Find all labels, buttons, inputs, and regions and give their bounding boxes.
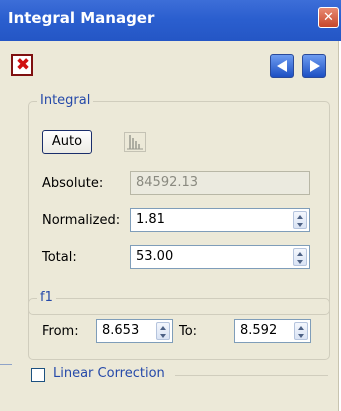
title-bar[interactable]: Integral Manager ✕ bbox=[0, 0, 341, 41]
integral-group-title: Integral bbox=[37, 93, 94, 108]
f1-group-title: f1 bbox=[37, 290, 56, 305]
from-spin-arrows-icon[interactable] bbox=[156, 322, 170, 340]
outer-divider bbox=[0, 364, 12, 365]
total-label: Total: bbox=[42, 250, 77, 265]
window-body: ✖ Integral Auto Absolute: 84592.13 Norma… bbox=[0, 41, 339, 411]
linear-correction-checkbox[interactable] bbox=[31, 368, 45, 382]
to-spinbox[interactable]: 8.592 bbox=[234, 319, 311, 343]
histogram-icon[interactable] bbox=[124, 132, 146, 152]
linear-correction-label[interactable]: Linear Correction bbox=[53, 366, 165, 381]
from-spinbox[interactable]: 8.653 bbox=[96, 319, 173, 343]
total-value: 53.00 bbox=[136, 249, 174, 264]
from-label: From: bbox=[42, 324, 79, 339]
integral-group: Integral Auto Absolute: 84592.13 Normali… bbox=[28, 93, 330, 315]
total-spin-arrows-icon[interactable] bbox=[293, 248, 307, 266]
arrow-right-icon bbox=[310, 60, 320, 72]
close-window-button[interactable]: ✕ bbox=[318, 7, 339, 28]
window-title: Integral Manager bbox=[8, 9, 155, 27]
previous-integral-button[interactable] bbox=[270, 54, 294, 78]
auto-button[interactable]: Auto bbox=[42, 130, 92, 154]
normalized-label: Normalized: bbox=[42, 213, 121, 228]
delete-x-icon: ✖ bbox=[15, 55, 31, 75]
f1-group: f1 From: 8.653 To: 8.592 bbox=[28, 290, 330, 360]
close-icon: ✕ bbox=[323, 10, 334, 25]
normalized-spinbox[interactable]: 1.81 bbox=[130, 208, 310, 232]
arrow-left-icon bbox=[277, 60, 287, 72]
linear-correction-divider bbox=[175, 375, 328, 376]
to-spin-arrows-icon[interactable] bbox=[294, 322, 308, 340]
absolute-field: 84592.13 bbox=[130, 171, 310, 195]
delete-integral-button[interactable]: ✖ bbox=[11, 54, 33, 76]
next-integral-button[interactable] bbox=[302, 54, 326, 78]
total-spinbox[interactable]: 53.00 bbox=[130, 245, 310, 269]
from-value: 8.653 bbox=[102, 323, 140, 338]
normalized-value: 1.81 bbox=[136, 212, 165, 227]
to-label: To: bbox=[179, 324, 198, 339]
normalized-spin-arrows-icon[interactable] bbox=[293, 211, 307, 229]
to-value: 8.592 bbox=[240, 323, 278, 338]
integral-manager-window: Integral Manager ✕ ✖ Integral Auto Absol… bbox=[0, 0, 341, 411]
absolute-label: Absolute: bbox=[42, 176, 104, 191]
